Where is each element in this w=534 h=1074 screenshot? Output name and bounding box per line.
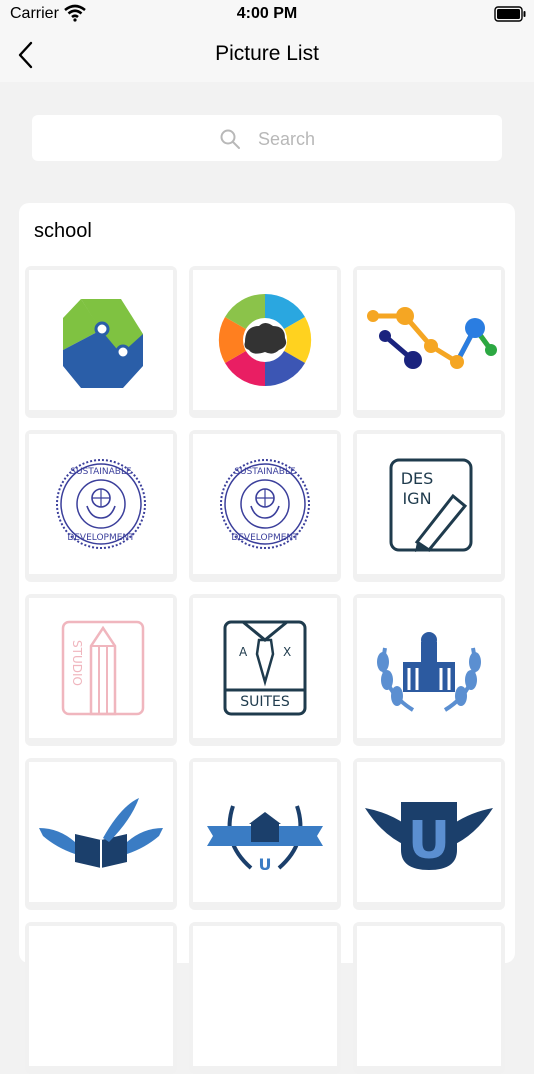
picture-tile[interactable]	[25, 758, 177, 910]
picture-frame: DES IGN	[357, 434, 501, 574]
clock: 4:00 PM	[236, 5, 298, 22]
picture-frame: A X SUITES	[193, 598, 337, 738]
picture-tile[interactable]	[25, 266, 177, 418]
picture-frame: SUSTAINABLE DEVELOPMENT	[29, 434, 173, 574]
battery-icon	[494, 6, 526, 22]
logo-text-line2: IGN	[402, 489, 431, 508]
picture-frame	[193, 270, 337, 410]
picture-tile[interactable]: A X SUITES	[189, 594, 341, 746]
picture-tile[interactable]	[353, 922, 505, 1074]
suites-tie-logo: A X SUITES	[223, 620, 307, 716]
design-pencil-logo: DES IGN	[389, 458, 473, 553]
picture-frame	[193, 926, 337, 1066]
picture-frame	[29, 270, 173, 410]
logo-text-a: A	[239, 645, 248, 659]
logo-text-top: SUSTAINABLE	[70, 467, 132, 477]
winged-book-logo	[39, 798, 163, 868]
studio-pencil-logo: STUDIO	[61, 620, 145, 716]
search-placeholder: Search	[258, 129, 316, 149]
logo-text: U	[259, 855, 272, 874]
picture-frame	[29, 762, 173, 902]
university-emblem-logo: U	[207, 805, 323, 874]
laurel-building-logo	[377, 632, 481, 712]
brain-circle-logo	[218, 293, 312, 387]
picture-tile[interactable]: U	[353, 758, 505, 910]
sustainable-development-logo: SUSTAINABLE DEVELOPMENT	[56, 459, 146, 549]
logo-text-bottom: DEVELOPMENT	[231, 533, 299, 543]
picture-tile[interactable]	[189, 266, 341, 418]
picture-frame	[357, 270, 501, 410]
search-icon	[220, 129, 240, 149]
picture-frame: U	[357, 762, 501, 902]
logo-text: SUITES	[240, 694, 290, 710]
picture-frame: U	[193, 762, 337, 902]
picture-tile[interactable]	[25, 922, 177, 1074]
logo-text-line1: DES	[401, 469, 434, 488]
picture-tile[interactable]: DES IGN	[353, 430, 505, 582]
hexagon-wave-logo	[63, 299, 143, 388]
page-title: Picture List	[215, 42, 319, 65]
picture-tile[interactable]	[353, 594, 505, 746]
navigation-bar: Picture List	[0, 28, 534, 82]
picture-frame	[357, 926, 501, 1066]
sustainable-development-logo: SUSTAINABLE DEVELOPMENT	[220, 459, 310, 549]
picture-tile[interactable]	[189, 922, 341, 1074]
picture-tile[interactable]: SUSTAINABLE DEVELOPMENT	[189, 430, 341, 582]
logo-text-bottom: DEVELOPMENT	[67, 533, 135, 543]
picture-frame	[357, 598, 501, 738]
status-bar: Carrier 4:00 PM	[0, 0, 534, 28]
picture-tile[interactable]: STUDIO	[25, 594, 177, 746]
picture-tile[interactable]: U	[189, 758, 341, 910]
picture-frame: SUSTAINABLE DEVELOPMENT	[193, 434, 337, 574]
section-title: school	[34, 220, 92, 242]
logo-text-top: SUSTAINABLE	[234, 467, 296, 477]
logo-text: U	[408, 811, 450, 871]
picture-tile[interactable]: SUSTAINABLE DEVELOPMENT	[25, 430, 177, 582]
molecule-logo	[367, 307, 497, 369]
picture-tile[interactable]	[353, 266, 505, 418]
picture-frame: STUDIO	[29, 598, 173, 738]
winged-u-logo: U	[365, 802, 493, 871]
logo-text: STUDIO	[70, 640, 84, 686]
logo-text-x: X	[283, 645, 291, 659]
picture-frame	[29, 926, 173, 1066]
